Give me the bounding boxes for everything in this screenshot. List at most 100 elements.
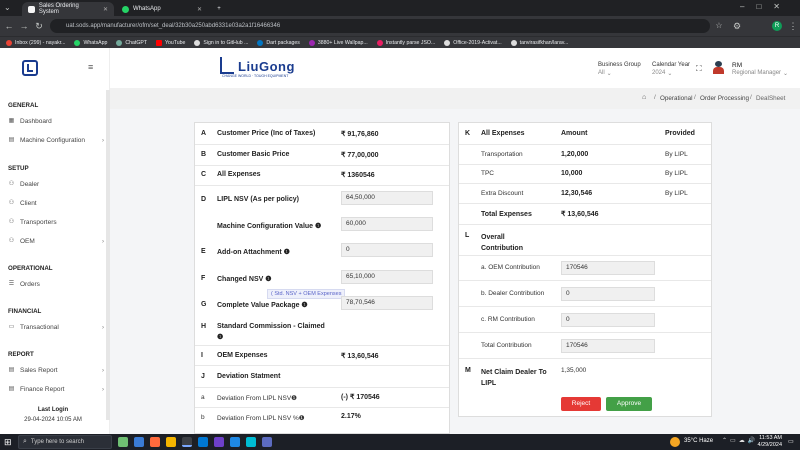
reload-icon[interactable]: ↻ — [32, 19, 46, 33]
expense-provided: By LIPL — [665, 170, 688, 177]
row-key: C — [201, 171, 207, 178]
app-logo-icon[interactable] — [22, 60, 38, 76]
home-icon[interactable]: ⌂ — [642, 94, 646, 101]
user-avatar[interactable] — [713, 61, 724, 74]
breadcrumb-order-processing[interactable]: Order Processing — [700, 95, 749, 102]
tab-sales-ordering[interactable]: Sales Ordering System ✕ — [22, 2, 114, 16]
lipl-nsv-input[interactable]: 64,50,000 — [341, 191, 433, 205]
clock-time[interactable]: 11:53 AM — [752, 435, 782, 441]
amount-header: Amount — [561, 130, 588, 137]
weather-text[interactable]: 35°C Haze — [684, 438, 713, 444]
bookmark-wallpapers[interactable]: 3880+ Live Wallpap... — [308, 39, 368, 46]
brand-tagline: CHANGE WORLD · TOUGH EQUIPMENT — [222, 74, 289, 78]
expense-amount: 10,000 — [561, 170, 583, 177]
fullscreen-icon[interactable]: ⛶ — [696, 64, 702, 74]
bookmark-dart[interactable]: Dart packages — [257, 39, 300, 46]
sidebar-item-label: Dashboard — [20, 118, 52, 125]
info-icon[interactable]: ❶ — [217, 333, 223, 341]
taskbar-search[interactable]: ⌕ Type here to search — [18, 435, 112, 449]
close-tab-icon[interactable]: ✕ — [197, 6, 202, 13]
sales-report-icon: ▤ — [8, 367, 15, 373]
extension-icon[interactable]: ⚙ — [730, 19, 744, 33]
sidebar-item-dealer[interactable]: ⚇ Dealer — [8, 181, 104, 188]
sidebar-item-finance-report[interactable]: ▤ Finance Report › — [8, 386, 104, 393]
windows-start-icon[interactable]: ⊞ — [4, 437, 12, 447]
sidebar-item-oem[interactable]: ⚇ OEM › — [8, 238, 104, 245]
window-controls[interactable]: –□✕ — [740, 2, 792, 11]
complete-value-package-input[interactable]: 78,70,546 — [341, 296, 433, 310]
close-tab-icon[interactable]: ✕ — [103, 6, 108, 13]
back-icon[interactable]: ← — [2, 19, 16, 33]
oem-contribution-input[interactable]: 170546 — [561, 261, 655, 275]
app-icon[interactable] — [246, 437, 256, 447]
add-on-attachment-input[interactable]: 0 — [341, 243, 433, 257]
bookmark-whatsapp[interactable]: WhatsApp — [74, 39, 107, 46]
section-setup: SETUP — [8, 165, 29, 172]
file-explorer-icon[interactable] — [166, 437, 176, 447]
task-view-icon[interactable] — [134, 437, 144, 447]
changed-nsv-input[interactable]: 65,10,000 — [341, 270, 433, 284]
sidebar-item-client[interactable]: ⚇ Client — [8, 200, 104, 207]
net-claim-value: 1,35,000 — [561, 367, 587, 374]
section-operational: OPERATIONAL — [8, 265, 53, 272]
tab-search-icon[interactable]: ⌄ — [4, 3, 14, 13]
sidebar-item-sales-report[interactable]: ▤ Sales Report › — [8, 367, 104, 374]
bookmark-inbox[interactable]: Inbox (299) - nayakr... — [6, 39, 66, 46]
vscode-icon[interactable] — [198, 437, 208, 447]
breadcrumb-operational[interactable]: Operational — [660, 95, 693, 102]
address-bar[interactable]: uat.sods.app/manufacturer/ofm/set_deal/3… — [50, 19, 710, 33]
total-contribution-input[interactable]: 170546 — [561, 339, 655, 353]
calendar-year-label: Calendar Year — [652, 62, 691, 68]
github-icon — [444, 39, 451, 46]
business-group-select[interactable]: All ⌄ — [598, 70, 612, 77]
deviation-nsv-percent-value: 2.17% — [341, 413, 361, 420]
user-menu[interactable]: Regional Manager ⌄ — [732, 70, 788, 77]
dealer-contribution-input[interactable]: 0 — [561, 287, 655, 301]
bookmark-label: Instantly parse JSO... — [385, 39, 436, 46]
oem-icon: ⚇ — [8, 238, 15, 244]
profile-avatar[interactable]: R — [772, 21, 782, 31]
sidebar: ≡ GENERAL ▦ Dashboard ▤ Machine Configurat… — [0, 48, 110, 434]
tab-whatsapp[interactable]: WhatsApp ✕ — [116, 2, 208, 16]
sidebar-item-transporters[interactable]: ⚇ Transporters — [8, 219, 104, 226]
sidebar-item-transactional[interactable]: ▭ Transactional › — [8, 324, 104, 331]
machine-config-value-input[interactable]: 60,000 — [341, 217, 433, 231]
bookmark-chatgpt[interactable]: ChatGPT — [116, 39, 147, 46]
reject-button[interactable]: Reject — [561, 397, 601, 411]
standard-commission-label: Standard Commission - Claimed — [217, 323, 325, 330]
whatsapp-icon — [74, 39, 81, 46]
app-icon[interactable] — [262, 437, 272, 447]
chatgpt-icon — [116, 39, 123, 46]
machine-config-value-label: Machine Configuration Value ❶ — [217, 223, 322, 230]
app-icon[interactable] — [230, 437, 240, 447]
bookmarks-bar: Inbox (299) - nayakr... WhatsApp ChatGPT… — [0, 36, 800, 48]
notification-icon[interactable]: ▭ — [788, 438, 794, 445]
sidebar-item-orders[interactable]: ☰ Orders — [8, 281, 104, 288]
clock-date[interactable]: 4/29/2024 — [752, 442, 782, 448]
expense-provided: By LIPL — [665, 151, 688, 158]
browser-menu-icon[interactable]: ⋮ — [786, 19, 800, 33]
breadcrumb: ⌂ / Operational / Order Processing / Dea… — [110, 88, 800, 109]
bookmark-star-icon[interactable]: ☆ — [712, 19, 726, 33]
dart-icon — [257, 39, 264, 46]
calendar-year-select[interactable]: 2024 ⌄ — [652, 70, 672, 77]
total-expenses-label: Total Expenses — [481, 211, 532, 218]
sidebar-toggle-icon[interactable]: ≡ — [88, 62, 93, 72]
rm-contribution-input[interactable]: 0 — [561, 313, 655, 327]
github-desktop-icon[interactable] — [214, 437, 224, 447]
bookmark-laravel[interactable]: tanvirasifkhan/larav... — [510, 39, 568, 46]
brave-icon[interactable] — [150, 437, 160, 447]
calendar-year-value: 2024 — [652, 70, 666, 76]
bookmark-json[interactable]: Instantly parse JSO... — [376, 39, 436, 46]
approve-button[interactable]: Approve — [606, 397, 652, 411]
sidebar-item-dashboard[interactable]: ▦ Dashboard — [8, 118, 104, 125]
chrome-icon[interactable] — [182, 437, 192, 447]
new-tab-button[interactable]: + — [212, 2, 226, 16]
bookmark-label: Inbox (299) - nayakr... — [15, 39, 66, 46]
widgets-icon[interactable] — [118, 437, 128, 447]
forward-icon[interactable]: → — [17, 19, 31, 33]
bookmark-youtube[interactable]: YouTube — [156, 39, 185, 46]
sidebar-item-machine-configuration[interactable]: ▤ Machine Configuration › — [8, 137, 104, 144]
bookmark-github[interactable]: Sign in to GitHub ... — [194, 39, 248, 46]
bookmark-office[interactable]: Office-2019-Activat... — [444, 39, 502, 46]
